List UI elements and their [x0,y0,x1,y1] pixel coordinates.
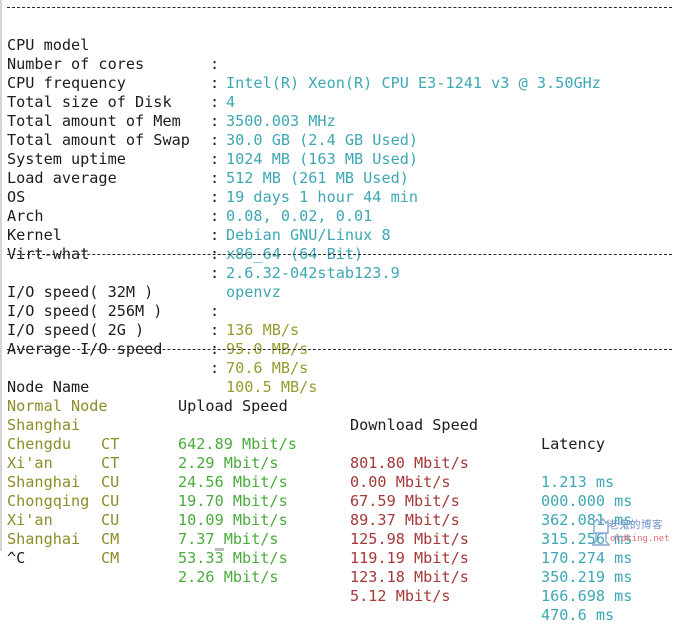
info-colon: : [210,226,220,244]
upload-speed: 19.70 Mbit/s [178,492,288,510]
speed-table-row: Chengdu CT 24.56 Mbit/s 67.59 Mbit/s 362… [7,416,632,529]
latency: 000.000 ms [541,492,633,510]
info-row-load: Load average : 0.08, 0.02, 0.01 [7,150,372,225]
header-download-speed: Download Speed [350,416,479,434]
download-speed: 801.80 Mbit/s [350,454,469,472]
interrupt-line: ^C [7,530,44,567]
latency: 470.6 ms [541,606,615,624]
upload-speed: 10.09 Mbit/s [178,511,288,529]
info-colon: : [210,131,220,149]
download-speed: 5.12 Mbit/s [350,587,451,605]
info-value: 19 days 1 hour 44 min [226,188,419,206]
terminal-window[interactable]: CPU model : Intel(R) Xeon(R) CPU E3-1241… [0,0,680,624]
node-isp: CU [101,492,120,510]
io-value: 136 MB/s [226,321,300,339]
speed-table-row: Shanghai CM 2.26 Mbit/s 5.12 Mbit/s 470.… [7,511,614,624]
node-isp: CM [101,530,120,548]
speed-table-row: Chongqing CU 7.37 Mbit/s 119.19 Mbit/s 3… [7,473,632,586]
io-row-256m: I/O speed( 256M ) : 95.0 MB/s [7,283,308,358]
download-speed: 0.00 Mbit/s [350,473,451,491]
header-upload-speed: Upload Speed [178,397,288,415]
info-colon: : [210,74,220,92]
info-row-swap: Total amount of Swap : 512 MB (261 MB Us… [7,112,409,187]
download-speed: 89.37 Mbit/s [350,511,460,529]
info-row-os: OS : Debian GNU/Linux 8 [7,169,391,244]
info-row-cores: Number of cores : 4 [7,36,235,111]
info-colon: : [210,55,220,73]
upload-speed: 24.56 Mbit/s [178,473,288,491]
upload-speed: 2.26 Mbit/s [178,568,279,586]
upload-speed: 2.29 Mbit/s [178,454,279,472]
info-colon: : [210,207,220,225]
io-value: 70.6 MB/s [226,359,309,377]
latency: 1.213 ms [541,473,615,491]
info-row-uptime: System uptime : 19 days 1 hour 44 min [7,131,418,206]
info-row-cpu-model: CPU model : Intel(R) Xeon(R) CPU E3-1241… [7,17,601,92]
speed-table-row: Xi'an CM 53.33 Mbit/s 123.18 Mbit/s 166.… [7,492,632,605]
speed-table-row: Normal Node 642.89 Mbit/s 801.80 Mbit/s … [7,378,614,491]
info-value: Intel(R) Xeon(R) CPU E3-1241 v3 @ 3.50GH… [226,74,601,92]
download-speed: 125.98 Mbit/s [350,530,469,548]
node-isp: CT [101,454,120,472]
info-value: 30.0 GB (2.4 GB Used) [226,131,419,149]
info-value: 3500.003 MHz [226,112,336,130]
speed-table-row: Xi'an CU 19.70 Mbit/s 89.37 Mbit/s 315.2… [7,435,632,548]
node-isp: CM [101,549,120,567]
interrupt-text: ^C [7,549,26,567]
info-value: 2.6.32-042stab123.9 [226,264,400,282]
io-row-32m: I/O speed( 32M ) : 136 MB/s [7,264,299,339]
info-colon: : [210,150,220,168]
io-colon: : [210,302,220,320]
io-row-2g: I/O speed( 2G ) : 70.6 MB/s [7,302,308,377]
io-colon: : [210,359,220,377]
info-row-virt: Virt-what : openvz [7,226,281,301]
terminal-left-border [0,0,2,551]
node-isp: CU [101,473,120,491]
separator-line [7,254,672,255]
watermark-title: 老鬼的博客 [608,519,663,531]
info-colon: : [210,264,220,282]
info-row-kernel: Kernel : 2.6.32-042stab123.9 [7,207,400,282]
watermark: 老鬼的博客 oldking.net [592,517,680,551]
download-speed: 119.19 Mbit/s [350,549,469,567]
info-value: 4 [226,93,236,111]
latency: 170.274 ms [541,549,633,567]
io-row-average: Average I/O speed : 100.5 MB/s [7,321,317,396]
latency: 166.698 ms [541,587,633,605]
info-value: openvz [226,283,281,301]
upload-speed: 642.89 Mbit/s [178,435,297,453]
speed-table-row: Shanghai CT 2.29 Mbit/s 0.00 Mbit/s 000.… [7,397,632,510]
latency: 350.219 ms [541,568,633,586]
header-latency: Latency [541,435,606,453]
info-colon: : [210,112,220,130]
watermark-url: oldking.net [610,534,670,544]
io-colon: : [210,321,220,339]
info-colon: : [210,169,220,187]
info-row-cpu-frequency: CPU frequency : 3500.003 MHz [7,55,336,130]
info-colon: : [210,188,220,206]
info-row-mem: Total amount of Mem : 1024 MB (163 MB Us… [7,93,418,168]
info-row-disk: Total size of Disk : 30.0 GB (2.4 GB Use… [7,74,418,149]
info-value: 1024 MB (163 MB Used) [226,150,419,168]
separator-line [7,7,672,8]
io-value: 100.5 MB/s [226,378,318,396]
info-value: 0.08, 0.02, 0.01 [226,207,373,225]
speed-table-row: Shanghai CU 10.09 Mbit/s 125.98 Mbit/s 1… [7,454,632,567]
download-speed: 67.59 Mbit/s [350,492,460,510]
speed-table-header: Node Name Upload Speed Download Speed La… [7,359,605,453]
node-isp: CU [101,511,120,529]
upload-speed: 7.37 Mbit/s [178,530,279,548]
info-colon: : [210,93,220,111]
info-value: Debian GNU/Linux 8 [226,226,391,244]
node-isp: CT [101,435,120,453]
info-row-arch: Arch : x86_64 (64 Bit) [7,188,363,263]
upload-speed: 53.33 Mbit/s [178,549,288,567]
separator-line [7,349,672,350]
info-value: 512 MB (261 MB Used) [226,169,409,187]
download-speed: 123.18 Mbit/s [350,568,469,586]
